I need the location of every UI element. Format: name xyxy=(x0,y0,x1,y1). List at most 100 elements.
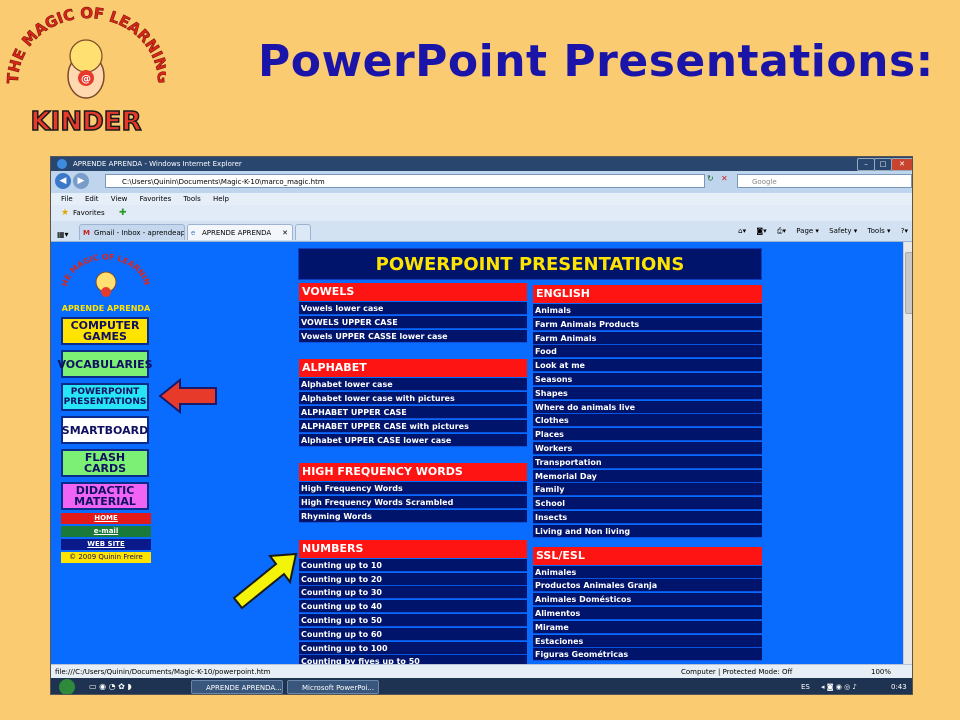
presentation-link[interactable]: Shapes xyxy=(533,386,762,400)
presentation-link[interactable]: Insects xyxy=(533,511,762,524)
website-link[interactable]: WEB SITE xyxy=(61,539,151,550)
presentation-link[interactable]: ALPHABET UPPER CASE with pictures xyxy=(299,419,527,433)
presentation-link[interactable]: Living and Non living xyxy=(533,524,762,538)
presentation-link[interactable]: Counting up to 30 xyxy=(299,586,527,600)
email-link[interactable]: e-mail xyxy=(61,526,151,537)
add-favorite-icon[interactable]: ✚ xyxy=(119,205,127,221)
quick-launch-icons[interactable]: ▭ ◉ ◔ ✿ ◗ xyxy=(89,678,132,694)
menu-tools[interactable]: Tools xyxy=(183,195,200,203)
svg-text:@: @ xyxy=(81,74,91,85)
presentation-link[interactable]: School xyxy=(533,497,762,511)
presentation-link[interactable]: Animales Domésticos xyxy=(533,593,762,607)
flash-cards-button[interactable]: FLASH CARDS xyxy=(61,449,149,477)
presentation-link[interactable]: Figuras Geométricas xyxy=(533,648,762,662)
menu-view[interactable]: View xyxy=(111,195,128,203)
tab-row: ▦▾ M Gmail - Inbox - aprendeap... e APRE… xyxy=(51,221,912,242)
start-button[interactable] xyxy=(59,679,75,694)
presentation-link[interactable]: Clothes xyxy=(533,414,762,428)
presentation-link[interactable]: Productos Animales Granja xyxy=(533,579,762,593)
presentation-link[interactable]: Counting up to 10 xyxy=(299,558,527,572)
vertical-scrollbar[interactable] xyxy=(903,242,912,664)
copyright-text: © 2009 Quinin Freire xyxy=(61,552,151,563)
new-tab-button[interactable] xyxy=(295,224,311,240)
feeds-icon[interactable]: ◙▾ xyxy=(756,227,766,235)
presentation-link[interactable]: Family xyxy=(533,483,762,497)
presentation-link[interactable]: Alphabet lower case with pictures xyxy=(299,392,527,406)
search-input[interactable]: Google xyxy=(737,174,912,188)
presentation-link[interactable]: Where do animals live xyxy=(533,400,762,414)
refresh-icon[interactable]: ↻ xyxy=(707,174,714,183)
smartboard-button[interactable]: SMARTBOARD xyxy=(61,416,149,444)
vocabularies-button[interactable]: VOCABULARIES xyxy=(57,350,153,378)
presentation-link[interactable]: Places xyxy=(533,428,762,442)
presentation-link[interactable]: High Frequency Words Scrambled xyxy=(299,496,527,510)
status-bar: file:///C:/Users/Quinin/Documents/Magic-… xyxy=(51,664,912,679)
presentation-link[interactable]: Transportation xyxy=(533,455,762,469)
back-button[interactable]: ◀ xyxy=(55,173,71,189)
task-aprende-label: APRENDE APRENDA... xyxy=(206,684,282,692)
presentation-link[interactable]: Animales xyxy=(533,565,762,579)
presentation-link[interactable]: Memorial Day xyxy=(533,469,762,483)
computer-games-button[interactable]: COMPUTER GAMES xyxy=(61,317,149,345)
presentation-link[interactable]: Rhyming Words xyxy=(299,510,527,523)
presentation-link[interactable]: Estaciones xyxy=(533,634,762,648)
tab-aprende[interactable]: e APRENDE APRENDA ✕ xyxy=(187,224,293,240)
task-aprende[interactable]: APRENDE APRENDA... xyxy=(191,680,283,694)
tray-icons[interactable]: ◂ ◙ ◉ ◎ ♪ xyxy=(821,678,857,694)
forward-button[interactable]: ▶ xyxy=(73,173,89,189)
task-powerpoint[interactable]: Microsoft PowerPoi... xyxy=(287,680,379,694)
presentation-link[interactable]: Food xyxy=(533,345,762,359)
zoom-level[interactable]: 100% xyxy=(871,665,891,679)
presentation-link[interactable]: Counting up to 40 xyxy=(299,600,527,614)
address-bar[interactable]: C:\Users\Quinin\Documents\Magic-K-10\mar… xyxy=(105,174,705,188)
menu-edit[interactable]: Edit xyxy=(85,195,99,203)
language-indicator[interactable]: ES xyxy=(801,678,810,694)
menu-favorites[interactable]: Favorites xyxy=(140,195,172,203)
presentation-link[interactable]: Vowels lower case xyxy=(299,302,527,315)
help-icon[interactable]: ?▾ xyxy=(901,227,908,235)
presentation-link[interactable]: Vowels UPPER CASSE lower case xyxy=(299,329,527,343)
presentation-link[interactable]: Counting up to 20 xyxy=(299,572,527,586)
presentation-link[interactable]: Seasons xyxy=(533,373,762,386)
print-icon[interactable]: ⎙▾ xyxy=(777,227,786,235)
presentation-link[interactable]: Alimentos xyxy=(533,607,762,620)
stop-icon[interactable]: ✕ xyxy=(721,174,728,183)
maximize-button[interactable]: □ xyxy=(874,158,892,171)
presentation-link[interactable]: VOWELS UPPER CASE xyxy=(299,315,527,329)
close-button[interactable]: ✕ xyxy=(891,158,912,171)
vocabularies-label: VOCABULARIES xyxy=(57,357,153,371)
tab-gmail[interactable]: M Gmail - Inbox - aprendeap... xyxy=(79,224,185,240)
address-row: ◀ ▶ C:\Users\Quinin\Documents\Magic-K-10… xyxy=(51,171,912,193)
minimize-button[interactable]: – xyxy=(857,158,875,171)
page-menu[interactable]: Page ▾ xyxy=(796,227,819,235)
presentation-link[interactable]: High Frequency Words xyxy=(299,482,527,496)
status-zone: Computer | Protected Mode: Off xyxy=(681,668,793,676)
presentation-link[interactable]: Counting by fives up to 50 xyxy=(299,655,527,664)
presentation-link[interactable]: Workers xyxy=(533,442,762,455)
tab-aprende-label: APRENDE APRENDA xyxy=(202,229,272,237)
tab-close-icon[interactable]: ✕ xyxy=(282,225,288,240)
clock[interactable]: 0:43 xyxy=(891,678,907,694)
presentation-link[interactable]: Farm Animals xyxy=(533,331,762,345)
presentation-link[interactable]: Counting up to 100 xyxy=(299,641,527,655)
safety-menu[interactable]: Safety ▾ xyxy=(829,227,857,235)
menu-help[interactable]: Help xyxy=(213,195,229,203)
powerpoint-presentations-button[interactable]: POWERPOINT PRESENTATIONS xyxy=(61,383,149,411)
tools-menu[interactable]: Tools ▾ xyxy=(868,227,891,235)
favorites-button[interactable]: Favorites xyxy=(73,205,105,221)
home-icon[interactable]: ⌂▾ xyxy=(738,227,746,235)
presentation-link[interactable]: Mirame xyxy=(533,620,762,634)
presentation-link[interactable]: Alphabet UPPER CASE lower case xyxy=(299,433,527,447)
presentation-link[interactable]: Look at me xyxy=(533,359,762,373)
didactic-material-button[interactable]: DIDACTIC MATERIAL xyxy=(61,482,149,510)
scrollbar-thumb[interactable] xyxy=(905,252,912,314)
home-link[interactable]: HOME xyxy=(61,513,151,524)
presentation-link[interactable]: Counting up to 50 xyxy=(299,614,527,627)
presentation-link[interactable]: Alphabet lower case xyxy=(299,378,527,392)
presentation-link[interactable]: Animals xyxy=(533,304,762,317)
presentation-link[interactable]: Farm Animals Products xyxy=(533,317,762,331)
presentation-link[interactable]: ALPHABET UPPER CASE xyxy=(299,406,527,419)
menu-file[interactable]: File xyxy=(61,195,73,203)
slide-title: PowerPoint Presentations: xyxy=(258,36,934,87)
presentation-link[interactable]: Counting up to 60 xyxy=(299,627,527,641)
